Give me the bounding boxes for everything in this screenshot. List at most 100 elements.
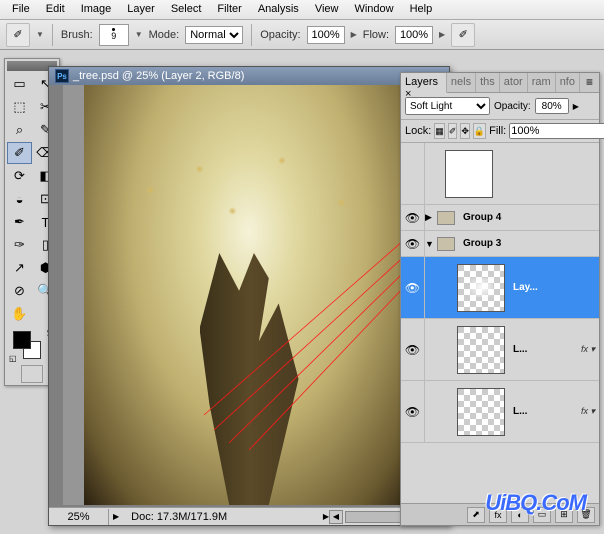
menu-window[interactable]: Window (346, 0, 401, 19)
eye-icon: 👁 (405, 237, 420, 251)
tool-button[interactable]: ✐ (7, 142, 32, 164)
doc-info[interactable]: Doc: 17.3M/171.9M (123, 509, 323, 525)
layer-thumbnail[interactable] (457, 388, 505, 436)
layer-row[interactable]: 👁 L...fx ▾ (401, 381, 599, 443)
visibility-toggle[interactable]: 👁 (401, 231, 425, 256)
mode-select[interactable]: Normal (185, 26, 243, 44)
layer-thumbnail (445, 150, 493, 198)
scroll-left-icon[interactable]: ◀ (329, 510, 343, 524)
disclosure-triangle[interactable]: ▶ (425, 212, 437, 223)
tab-info[interactable]: nfo (556, 73, 580, 92)
lock-all-icon[interactable]: 🔒 (473, 123, 486, 139)
tool-button[interactable]: ◒ (7, 188, 32, 210)
doc-titlebar[interactable]: Ps _tree.psd @ 25% (Layer 2, RGB/8) (49, 67, 449, 85)
tool-button[interactable]: ⬚ (7, 96, 32, 118)
chevron-down-icon[interactable]: ▼ (135, 30, 143, 39)
menu-help[interactable]: Help (402, 0, 441, 19)
tool-button[interactable]: ↗ (7, 257, 32, 279)
layer-thumbnail[interactable] (457, 326, 505, 374)
tool-button[interactable]: ⊘ (7, 280, 32, 302)
flow-label: Flow: (363, 29, 389, 41)
separator (251, 24, 252, 46)
separator (52, 24, 53, 46)
opacity-label: Opacity: (260, 29, 300, 41)
tool-button[interactable]: ✒ (7, 211, 32, 233)
quickmask-button[interactable] (21, 365, 43, 383)
tab-histogram[interactable]: ram (528, 73, 556, 92)
panel-menu-icon[interactable]: ≡ (580, 73, 599, 92)
zoom-field[interactable]: 25% (49, 509, 109, 525)
tool-button[interactable]: ✋ (7, 303, 32, 325)
menu-analysis[interactable]: Analysis (250, 0, 307, 19)
tab-navigator[interactable]: ator (500, 73, 528, 92)
canvas[interactable] (63, 85, 435, 505)
opacity-input[interactable] (307, 26, 345, 44)
brush-preview[interactable]: 9 (99, 24, 129, 46)
visibility-toggle[interactable]: 👁 (401, 257, 425, 318)
tool-button[interactable]: ⌕ (7, 119, 32, 141)
layer-name[interactable]: L... (509, 344, 581, 355)
fill-input[interactable] (509, 123, 604, 139)
layer-name[interactable]: Group 4 (459, 212, 599, 223)
reset-colors-icon[interactable]: ◱ (9, 354, 17, 363)
mode-label: Mode: (149, 29, 180, 41)
visibility-toggle[interactable]: 👁 (401, 205, 425, 230)
brush-size: 9 (111, 31, 116, 41)
chevron-right-icon[interactable]: ▶ (109, 512, 123, 521)
lock-position-icon[interactable]: ✥ (460, 123, 470, 139)
flow-input[interactable] (395, 26, 433, 44)
blend-mode-select[interactable]: Soft Light (405, 97, 490, 115)
chevron-down-icon[interactable]: ▼ (36, 30, 44, 39)
layers-list[interactable]: 👁▶Group 4👁▼Group 3👁Lay...👁L...fx ▾👁L...f… (401, 143, 599, 503)
layers-action-button[interactable]: ⬈ (467, 507, 485, 523)
eye-icon: 👁 (405, 405, 420, 419)
layer-name[interactable]: Group 3 (459, 238, 599, 249)
folder-icon (437, 237, 455, 251)
panel-tabs: Layers × nels ths ator ram nfo ≡ (401, 73, 599, 93)
lock-row: Lock: ▦ ✐ ✥ 🔒 Fill: ▶ (401, 120, 599, 143)
lock-label: Lock: (405, 125, 431, 137)
tab-layers[interactable]: Layers × (401, 73, 447, 93)
tab-channels[interactable]: nels (447, 73, 476, 92)
tool-button[interactable]: ⟳ (7, 165, 32, 187)
disclosure-triangle[interactable]: ▼ (425, 239, 437, 249)
menu-layer[interactable]: Layer (119, 0, 163, 19)
chevron-right-icon[interactable]: ▶ (439, 30, 445, 39)
tool-preset-icon[interactable]: ✐ (6, 23, 30, 47)
fill-label: Fill: (489, 125, 506, 137)
layer-name[interactable]: Lay... (509, 282, 599, 293)
menu-filter[interactable]: Filter (209, 0, 249, 19)
tab-paths[interactable]: ths (476, 73, 500, 92)
chevron-right-icon[interactable]: ▶ (573, 102, 579, 111)
blend-controls: Soft Light Opacity: ▶ (401, 93, 599, 120)
visibility-toggle[interactable]: 👁 (401, 381, 425, 442)
layer-row[interactable]: 👁 L...fx ▾ (401, 319, 599, 381)
layer-opacity-input[interactable] (535, 98, 569, 114)
menu-file[interactable]: File (4, 0, 38, 19)
layer-row[interactable]: 👁 ▼ Group 3 (401, 231, 599, 257)
menu-view[interactable]: View (307, 0, 347, 19)
layer-row[interactable] (401, 143, 599, 205)
visibility-toggle[interactable]: 👁 (401, 319, 425, 380)
foreground-swatch[interactable] (13, 331, 31, 349)
brush-label: Brush: (61, 29, 93, 41)
layer-row[interactable]: 👁 Lay... (401, 257, 599, 319)
lock-transparent-icon[interactable]: ▦ (434, 123, 445, 139)
opacity-label: Opacity: (494, 101, 531, 112)
menu-edit[interactable]: Edit (38, 0, 73, 19)
tool-button[interactable]: ✑ (7, 234, 32, 256)
chevron-right-icon[interactable]: ▶ (351, 30, 357, 39)
tool-button[interactable]: ▭ (7, 73, 32, 95)
visibility-toggle[interactable] (401, 143, 425, 204)
options-bar: ✐ ▼ Brush: 9 ▼ Mode: Normal Opacity: ▶ F… (0, 20, 604, 50)
lock-pixels-icon[interactable]: ✐ (448, 123, 458, 139)
menu-image[interactable]: Image (73, 0, 120, 19)
fx-badge[interactable]: fx ▾ (581, 344, 599, 355)
layer-name[interactable]: L... (509, 406, 581, 417)
document-window: Ps _tree.psd @ 25% (Layer 2, RGB/8) 25% … (48, 66, 450, 526)
airbrush-icon[interactable]: ✐ (451, 23, 475, 47)
fx-badge[interactable]: fx ▾ (581, 406, 599, 417)
layer-thumbnail[interactable] (457, 264, 505, 312)
menu-select[interactable]: Select (163, 0, 210, 19)
layer-row[interactable]: 👁▶ Group 4 (401, 205, 599, 231)
